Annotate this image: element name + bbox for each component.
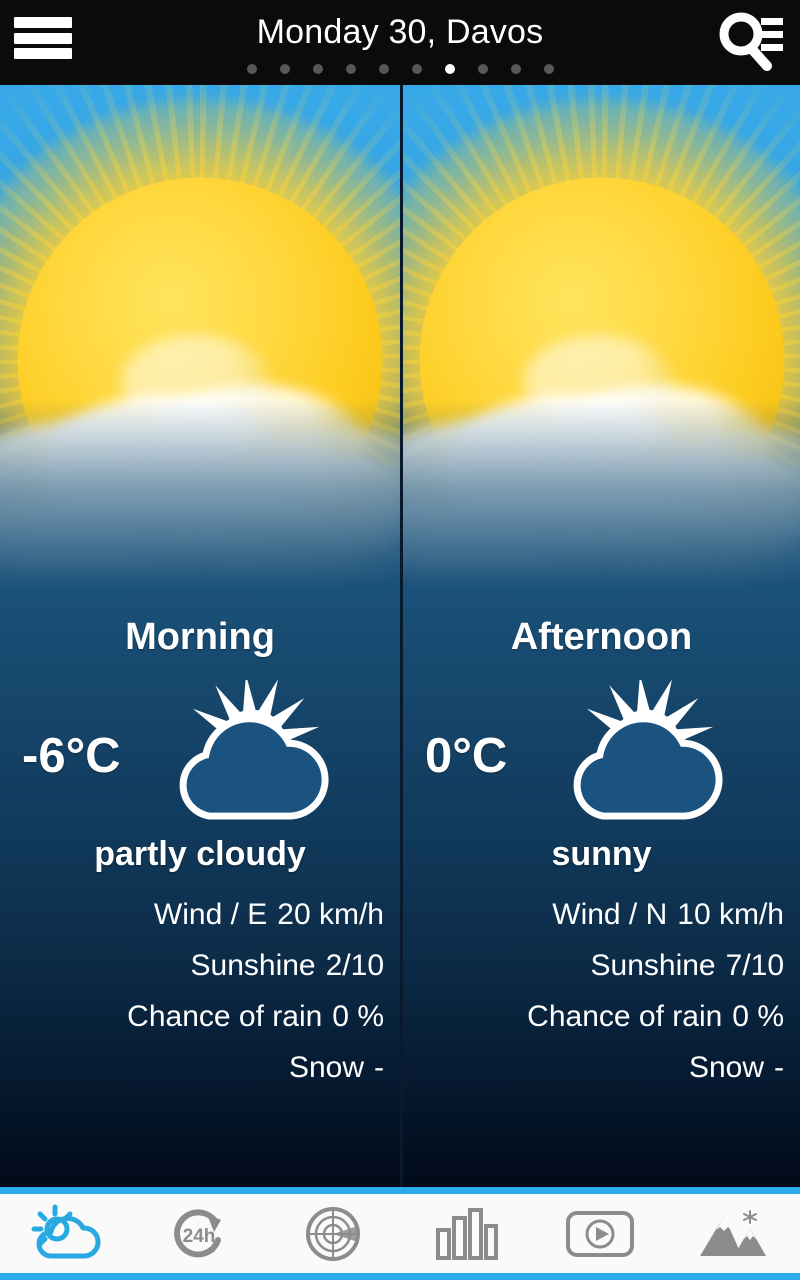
stat-value: - — [774, 1051, 784, 1084]
forecast-panels: Morning -6°C partly cloudy Wind / E 20 km/h S… — [0, 85, 800, 1187]
stat-row: Sunshine 7/10 — [419, 941, 785, 990]
nav-item-radar[interactable] — [267, 1194, 400, 1273]
condition-label: partly cloudy — [94, 835, 306, 873]
stat-value: 2/10 — [325, 949, 384, 982]
svg-text:24h: 24h — [183, 1226, 216, 1247]
page-dot-8[interactable] — [477, 64, 488, 74]
nav-item-video[interactable] — [533, 1194, 666, 1273]
sky-photo — [403, 85, 800, 590]
stat-row: Snow - — [16, 1043, 384, 1092]
snowy-mountains-icon — [698, 1208, 768, 1260]
app-header: Monday 30, Davos — [0, 0, 800, 85]
page-dot-4[interactable] — [345, 64, 356, 74]
nav-item-hourly-24h[interactable]: 24h — [133, 1194, 266, 1273]
stat-label: Wind / E — [153, 898, 268, 931]
page-dot-9[interactable] — [510, 64, 521, 74]
search-list-icon[interactable] — [714, 8, 788, 76]
temperature-row: 0°C — [419, 679, 784, 831]
stat-row: Snow - — [419, 1043, 784, 1092]
nav-item-forecast[interactable] — [0, 1194, 133, 1273]
sky-fade — [0, 400, 400, 590]
stat-label: Sunshine — [590, 949, 716, 982]
sun-cloud-icon — [31, 1204, 103, 1264]
nav-item-snow-report[interactable] — [667, 1194, 800, 1273]
stat-value: 0 % — [732, 1000, 784, 1033]
page-dot-2[interactable] — [279, 64, 290, 74]
sun-behind-cloud-icon — [507, 679, 784, 831]
stat-label: Wind / N — [552, 898, 668, 931]
sun-behind-cloud-icon — [121, 679, 384, 831]
radar-icon — [303, 1204, 363, 1264]
page-title: Monday 30, Davos — [256, 13, 544, 51]
page-dot-6[interactable] — [411, 64, 422, 74]
condition-label: sunny — [551, 835, 652, 873]
stat-row: Chance of rain 0 % — [419, 992, 784, 1041]
stat-label: Sunshine — [190, 949, 316, 982]
page-dot-3[interactable] — [312, 64, 323, 74]
stat-label: Chance of rain — [127, 1000, 323, 1033]
bar-chart-icon — [435, 1207, 499, 1260]
temperature-row: -6°C — [16, 679, 384, 831]
nav-item-charts[interactable] — [400, 1194, 533, 1273]
stat-label: Snow — [688, 1051, 764, 1084]
stat-value: 7/10 — [725, 949, 784, 982]
page-dot-5[interactable] — [378, 64, 389, 74]
stat-value: - — [374, 1051, 384, 1084]
stat-value: 10 km/h — [677, 898, 784, 931]
sky-photo — [0, 85, 400, 590]
stat-row: Wind / N 10 km/h — [419, 890, 784, 939]
24h-refresh-icon: 24h — [169, 1204, 231, 1264]
period-label: Afternoon — [510, 616, 693, 658]
stat-label: Snow — [288, 1051, 364, 1084]
forecast-panel-afternoon[interactable]: Afternoon 0°C sunny Wind / N 10 km/h Sunshine… — [400, 85, 800, 1187]
temperature-value: -6°C — [22, 729, 121, 783]
video-play-icon — [565, 1210, 635, 1258]
stat-row: Wind / E 20 km/h — [16, 890, 384, 939]
page-indicator[interactable] — [0, 64, 800, 74]
temperature-value: 0°C — [425, 729, 508, 783]
stat-row: Sunshine 2/10 — [16, 941, 385, 990]
weather-app: Monday 30, Davos Morning -6°C partly cloud… — [0, 0, 800, 1280]
stat-row: Chance of rain 0 % — [16, 992, 384, 1041]
page-dot-1[interactable] — [246, 64, 257, 74]
stats-list: Wind / E 20 km/h Sunshine 2/10 Chance of rai… — [16, 890, 384, 1092]
forecast-panel-morning[interactable]: Morning -6°C partly cloudy Wind / E 20 km/h S… — [0, 85, 400, 1187]
sky-fade — [403, 400, 800, 590]
bottom-navigation: 24h — [0, 1187, 800, 1280]
stats-list: Wind / N 10 km/h Sunshine 7/10 Chance of rai… — [419, 890, 784, 1092]
page-dot-10[interactable] — [543, 64, 554, 74]
stat-value: 0 % — [332, 1000, 384, 1033]
stat-value: 20 km/h — [277, 898, 384, 931]
forecast-info: Afternoon 0°C sunny Wind / N 10 km/h Sunshine… — [403, 590, 800, 1187]
stat-label: Chance of rain — [527, 1000, 723, 1033]
forecast-info: Morning -6°C partly cloudy Wind / E 20 km/h S… — [0, 590, 400, 1187]
period-label: Morning — [125, 616, 275, 658]
page-dot-7[interactable] — [444, 64, 455, 74]
